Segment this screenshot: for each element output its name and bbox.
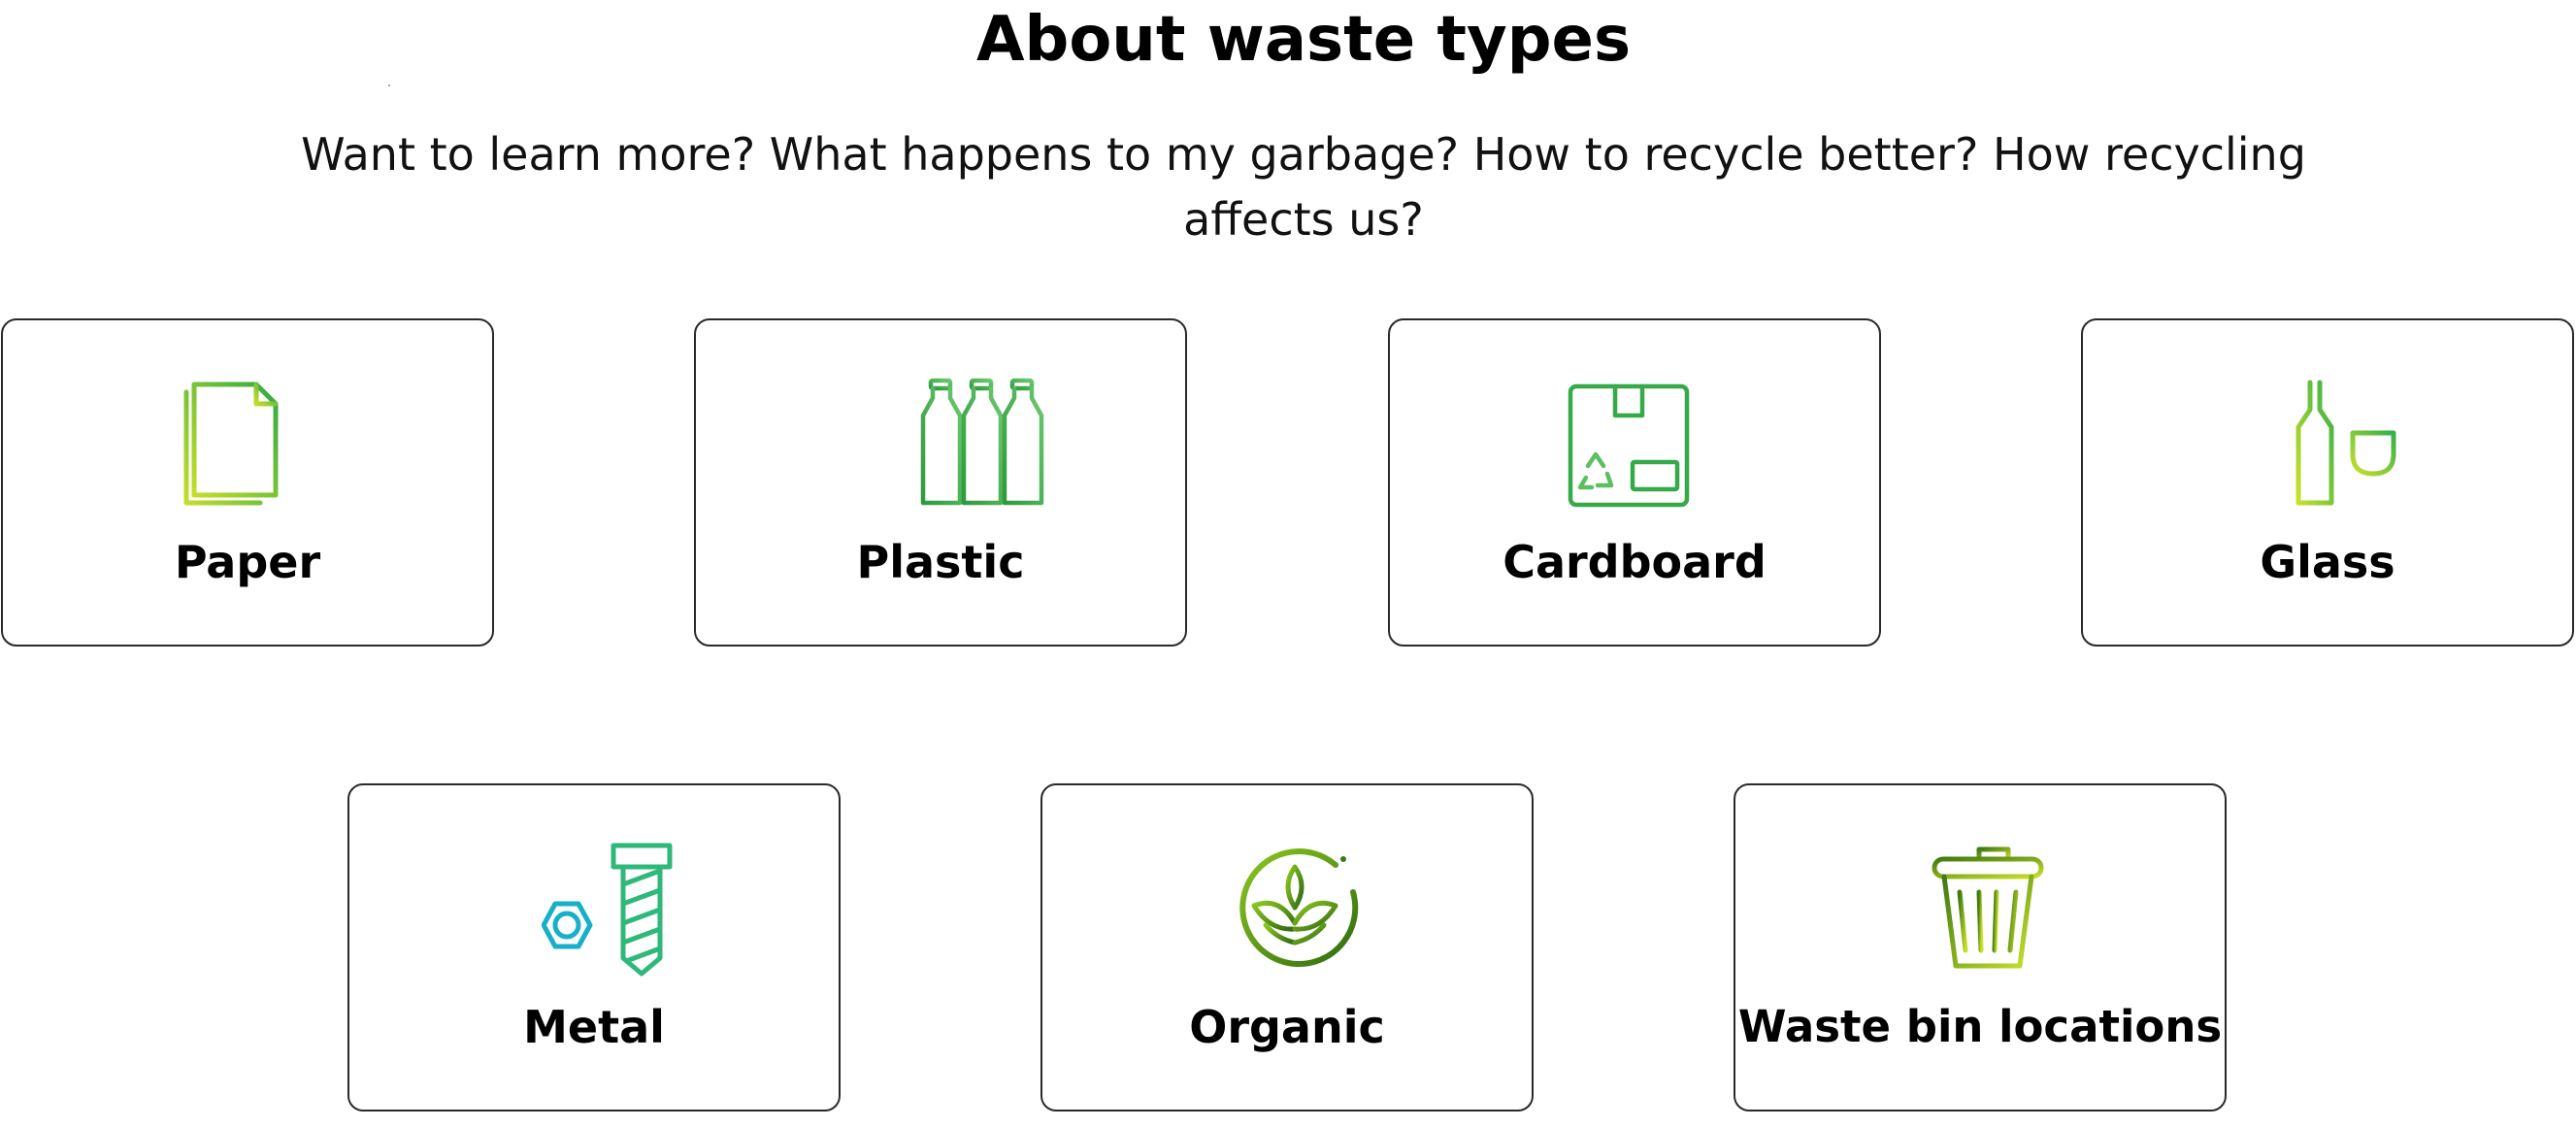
card-label: Cardboard [1503,536,1767,588]
stray-dot [388,84,390,86]
page-title: About waste types [975,4,1632,76]
leaf-sprout-icon [1235,842,1371,978]
card-label: Waste bin locations [1737,1001,2223,1052]
waste-card-bin-locations[interactable]: Waste bin locations [1734,783,2227,1111]
glass-bottle-and-wineglass-icon [2293,377,2428,513]
card-label: Organic [1189,1001,1385,1053]
card-label: Plastic [856,536,1025,588]
plastic-bottles-icon [917,377,1053,513]
bolt-and-nut-icon [542,842,677,978]
waste-card-cardboard[interactable]: Cardboard [1388,318,1881,647]
paper-documents-icon [165,377,301,513]
waste-card-metal[interactable]: Metal [347,783,841,1111]
card-label: Glass [2260,536,2395,588]
waste-card-paper[interactable]: Paper [1,318,494,647]
card-label: Paper [174,536,321,588]
waste-card-plastic[interactable]: Plastic [694,318,1187,647]
card-label: Metal [523,1001,665,1053]
trash-bin-icon [1931,842,2066,978]
waste-card-glass[interactable]: Glass [2081,318,2574,647]
page-subtitle: Want to learn more? What happens to my g… [301,128,2306,246]
cardboard-box-icon [1555,377,1691,513]
waste-card-organic[interactable]: Organic [1040,783,1534,1111]
